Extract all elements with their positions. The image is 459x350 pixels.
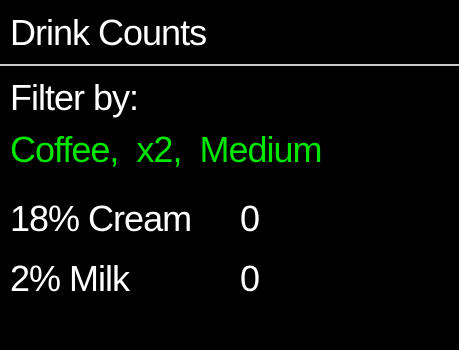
- screen-title: Drink Counts: [10, 12, 207, 53]
- drink-counts-screen: Drink Counts Filter by: Coffee, x2, Medi…: [0, 0, 459, 350]
- filter-label: Filter by:: [10, 77, 139, 118]
- count-row-cream[interactable]: 18% Cream 0: [0, 197, 459, 241]
- count-row-name: 18% Cream: [10, 198, 192, 239]
- header-bar: Drink Counts: [0, 0, 459, 66]
- count-row-milk[interactable]: 2% Milk 0: [0, 257, 459, 301]
- count-row-value: 0: [240, 198, 261, 239]
- count-row-value: 0: [240, 258, 261, 299]
- count-row-name: 2% Milk: [10, 258, 130, 299]
- filter-value[interactable]: Coffee, x2, Medium: [10, 130, 322, 170]
